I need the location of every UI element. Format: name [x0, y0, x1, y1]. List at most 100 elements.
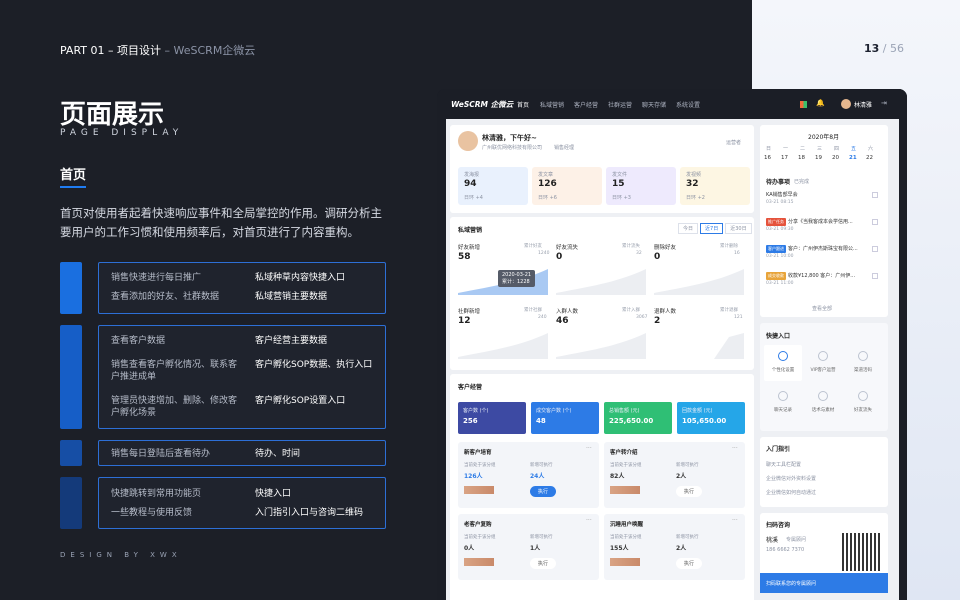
group-bar-4 — [60, 477, 82, 529]
group-box-4: 快捷跳转到常用功能页 快捷入口 一些教程与使用反馈 入门指引入口与咨询二维码 — [98, 477, 386, 529]
block-value: 225,650.00 — [609, 417, 654, 425]
logout-icon[interactable]: ⇥ — [881, 99, 887, 107]
todo-checkbox[interactable] — [872, 273, 878, 279]
group-row-left: 销售查看客户孵化情况、联系客户推进成单 — [111, 360, 238, 382]
todo-checkbox[interactable] — [872, 246, 878, 252]
weekday-label: 四 — [834, 146, 840, 152]
customer-stat-block[interactable]: 回款金额 (元) 105,650.00 — [677, 402, 745, 434]
entry-icon — [858, 351, 868, 361]
quick-title: 快捷入口 — [766, 333, 791, 340]
stat-value: 2 — [654, 316, 661, 326]
customer-stat-block[interactable]: 成交客户数 (个) 48 — [531, 402, 599, 434]
stat-tile[interactable]: 发文章 126 日环 +6 — [532, 167, 602, 205]
quick-entry[interactable]: 好友流失 — [844, 385, 882, 421]
tile-value: 32 — [686, 179, 699, 189]
todo-time: 03-21 11:00 — [766, 281, 794, 286]
sop-title: 客户转介绍 — [610, 450, 638, 456]
guide-item[interactable]: 企业微信如何自动通过 — [766, 489, 816, 496]
todo-checkbox[interactable] — [872, 219, 878, 225]
calendar-date[interactable]: 21 — [849, 155, 857, 161]
page-title: 页面展示 — [60, 100, 165, 130]
user-name[interactable]: 林清雅 — [854, 100, 872, 109]
quick-entry[interactable]: VIP客户运营 — [804, 345, 842, 381]
execute-button[interactable]: 执行 — [530, 558, 557, 569]
todo-time: 03-21 09:30 — [766, 227, 794, 232]
more-icon[interactable]: ··· — [586, 445, 592, 452]
guide-item[interactable]: 企业微信对外资料设置 — [766, 475, 816, 482]
stat-tile[interactable]: 发文件 15 日环 +3 — [606, 167, 676, 205]
stat-label: 社群新增 — [458, 309, 481, 315]
quick-entry[interactable]: 聊天记录 — [764, 385, 802, 421]
tab-7days[interactable]: 近7日 — [700, 223, 724, 234]
calendar-date[interactable]: 22 — [866, 155, 873, 161]
stat-total-label: 累计退群 — [720, 308, 738, 313]
sop-card: 新客户培育 ··· 当前处于该分组 126人 新增可执行 24人 执行 — [458, 442, 599, 508]
entry-icon — [818, 351, 828, 361]
group-bar-3 — [60, 440, 82, 466]
nav-item-settings[interactable]: 系统设置 — [676, 100, 700, 109]
calendar-month: 2020年8月 — [808, 134, 840, 141]
todo-title: 待办事项 — [766, 179, 791, 186]
nav-item-customer[interactable]: 客户经营 — [574, 100, 598, 109]
slide: PART 01 – 项目设计 – WeSCRM企微云 13 / 56 页面展示 … — [0, 0, 960, 600]
weekday-label: 二 — [800, 146, 806, 152]
guide-item[interactable]: 聊天工具栏配置 — [766, 461, 801, 468]
customer-stat-block[interactable]: 总销售额 (元) 225,650.00 — [604, 402, 672, 434]
todo-item[interactable]: 客户跟进 客户：广州伊杰斯珠宝有限公... 03-21 10:00 — [766, 245, 882, 269]
todo-item[interactable]: KA销售部早会 03-21 08:15 — [766, 191, 882, 215]
quick-entry[interactable]: 个性化设置 — [764, 345, 802, 381]
guide-card: 入门指引 聊天工具栏配置 企业微信对外资料设置 企业微信如何自动通过 — [760, 437, 888, 507]
todo-done-tab[interactable]: 已完成 — [794, 178, 809, 185]
group-row-right: 客户经营主要数据 — [255, 336, 328, 346]
tab-today[interactable]: 今日 — [678, 223, 699, 234]
customer-stat-block[interactable]: 客户数 (个) 256 — [458, 402, 526, 434]
consult-button[interactable]: 扫码联系您的专属顾问 — [760, 573, 888, 593]
stat-value: 58 — [458, 252, 471, 262]
stat-total-label: 累计社群 — [524, 308, 542, 313]
more-icon[interactable]: ··· — [732, 445, 738, 452]
calendar-date[interactable]: 17 — [781, 155, 788, 161]
nav-item-community[interactable]: 社群运营 — [608, 100, 632, 109]
quick-entry[interactable]: 渠道活码 — [844, 345, 882, 381]
tab-30days[interactable]: 近30日 — [725, 223, 752, 234]
apps-grid-icon[interactable] — [800, 101, 807, 108]
todo-item[interactable]: 成交收款 收款¥12,800 客户：广州伊... 03-21 11:00 — [766, 272, 882, 296]
stat-tiles: 发海报 94 日环 +4 发文章 126 日环 +6 发文件 15 日环 +3 发视频 32 日环 +… — [450, 167, 754, 213]
bell-icon[interactable]: 🔔 — [816, 99, 825, 107]
app-content: 林清雅，下午好~ 广州联优网络科技有限公司 销售经理 运营者 发海报 94 日环 +… — [446, 119, 899, 600]
sparkline — [556, 333, 646, 359]
block-label: 总销售额 (元) — [609, 408, 640, 414]
stat-tile[interactable]: 发视频 32 日环 +2 — [680, 167, 750, 205]
more-icon[interactable]: ··· — [586, 517, 592, 524]
stat-tile[interactable]: 发海报 94 日环 +4 — [458, 167, 528, 205]
sop-card: 老客户复购 ··· 当前处于该分组 0人 新增可执行 1人 执行 — [458, 514, 599, 580]
sparkline-area — [556, 333, 646, 359]
more-icon[interactable]: ··· — [732, 517, 738, 524]
todo-more-link[interactable]: 查看全部 — [812, 305, 832, 312]
todo-item[interactable]: 推广任务 分享《当我客成本会学信用... 03-21 09:30 — [766, 218, 882, 242]
chart-tooltip: 2020-03-21 累计：1228 — [498, 270, 536, 287]
calendar-date[interactable]: 16 — [764, 155, 771, 161]
avatar[interactable] — [841, 99, 851, 109]
calendar-date[interactable]: 19 — [815, 155, 822, 161]
sop-a-value: 82人 — [610, 473, 625, 480]
calendar-date[interactable]: 20 — [832, 155, 839, 161]
avatar-group — [464, 558, 494, 566]
tile-value: 126 — [538, 179, 557, 189]
execute-button[interactable]: 执行 — [676, 558, 703, 569]
todo-checkbox[interactable] — [872, 192, 878, 198]
nav-item-chat[interactable]: 聊天存储 — [642, 100, 666, 109]
tile-value: 15 — [612, 179, 625, 189]
sop-a-label: 当前处于该分组 — [610, 535, 642, 540]
user-role: 运营者 — [726, 140, 742, 146]
consultant-role: 专属顾问 — [786, 537, 807, 543]
quick-entry[interactable]: 话术与素材 — [804, 385, 842, 421]
group-row-left: 销售每日登陆后查看待办 — [111, 449, 211, 459]
nav-item-home[interactable]: 首页 — [517, 100, 529, 109]
stat-total-value: 121 — [734, 315, 743, 320]
calendar-date[interactable]: 18 — [798, 155, 805, 161]
nav-item-private[interactable]: 私域营销 — [540, 100, 564, 109]
todo-text: KA销售部早会 — [766, 192, 798, 198]
execute-button[interactable]: 执行 — [530, 486, 557, 497]
execute-button[interactable]: 执行 — [676, 486, 703, 497]
